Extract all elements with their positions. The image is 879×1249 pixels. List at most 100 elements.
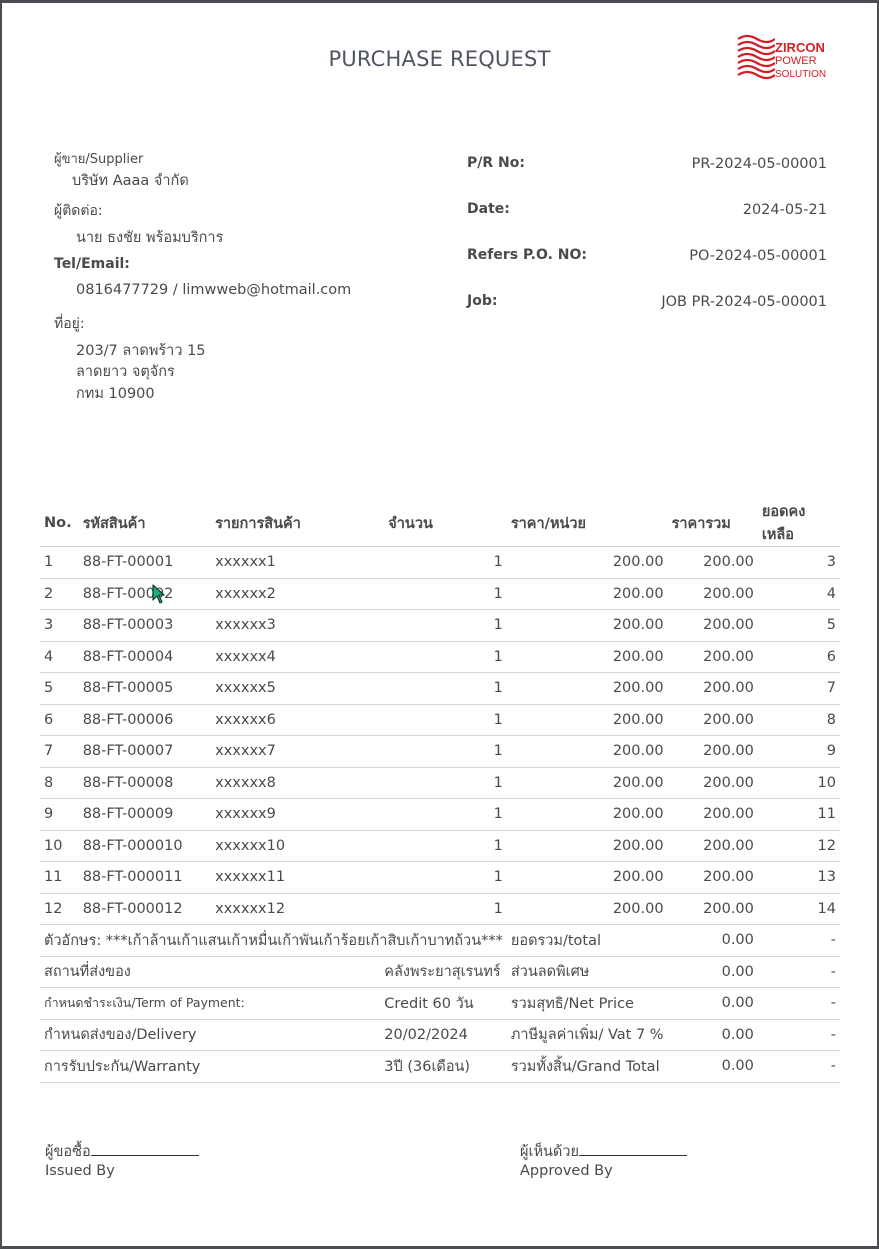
supplier-label: ผู้ขาย/Supplier — [54, 152, 144, 167]
cell-no: 3 — [40, 609, 79, 642]
net-value: 0.00 — [667, 987, 758, 1020]
cell-item: xxxxxx8 — [211, 767, 385, 799]
cell-code: 88-FT-00004 — [78, 641, 212, 673]
cell-item: xxxxxx12 — [211, 893, 385, 925]
total-value: 0.00 — [667, 924, 758, 957]
address-line2: ลาดยาว จตุจักร — [76, 364, 175, 380]
cell-item: xxxxxx5 — [211, 672, 385, 705]
header-total: ราคารวม — [667, 500, 758, 547]
cell-total: 200.00 — [667, 767, 758, 799]
contact-name: นาย ธงชัย พร้อมบริการ — [76, 230, 224, 246]
cell-item: xxxxxx9 — [211, 798, 385, 831]
cell-qty: 1 — [384, 704, 507, 736]
cell-no: 6 — [40, 704, 79, 736]
header-balance: ยอดคงเหลือ — [757, 500, 840, 547]
amount-in-words: ตัวอักษร: ***เก้าล้านเก้าแสนเก้าหมื่นเก้… — [40, 924, 507, 957]
total-label: ยอดรวม/total — [506, 924, 668, 957]
place-value: คลังพระยาสุเรนทร์ — [384, 956, 507, 988]
warranty-label: การรับประกัน/Warranty — [40, 1050, 385, 1083]
cell-unit-price: 200.00 — [506, 641, 668, 673]
cell-qty: 1 — [384, 609, 507, 642]
approved-th-label: ผู้เห็นด้วย — [520, 1144, 579, 1160]
cell-item: xxxxxx4 — [211, 641, 385, 673]
cell-unit-price: 200.00 — [506, 798, 668, 831]
cell-balance: 5 — [757, 609, 840, 642]
discount-label: ส่วนลดพิเศษ — [506, 956, 668, 988]
cell-total: 200.00 — [667, 578, 758, 610]
summary-row-discount: สถานที่ส่งของ คลังพระยาสุเรนทร์ ส่วนลดพิ… — [40, 956, 840, 988]
cell-unit-price: 200.00 — [506, 704, 668, 736]
table-row: 12 88-FT-000012 xxxxxx12 1 200.00 200.00 14 — [40, 893, 840, 925]
cell-no: 11 — [40, 861, 79, 894]
cell-total: 200.00 — [667, 798, 758, 831]
place-label: สถานที่ส่งของ — [40, 956, 385, 988]
cell-code: 88-FT-00002 — [78, 578, 212, 610]
table-row: 8 88-FT-00008 xxxxxx8 1 200.00 200.00 10 — [40, 767, 840, 799]
table-row: 6 88-FT-00006 xxxxxx6 1 200.00 200.00 8 — [40, 704, 840, 736]
issued-th-label: ผู้ขอซื้อ — [45, 1144, 91, 1160]
grand-extra: - — [757, 1050, 840, 1083]
address-label: ที่อยู่: — [54, 316, 85, 332]
cell-no: 12 — [40, 893, 79, 925]
cell-unit-price: 200.00 — [506, 767, 668, 799]
cell-total: 200.00 — [667, 735, 758, 768]
job-label: Job: — [467, 293, 498, 309]
contact-label: ผู้ติดต่อ: — [54, 203, 103, 219]
table-header-row: No. รหัสสินค้า รายการสินค้า จำนวน ราคา/ห… — [40, 500, 840, 547]
warranty-value: 3ปี (36เดือน) — [384, 1050, 507, 1083]
issued-by-signature: ผู้ขอซื้อ — [45, 1140, 199, 1163]
date-label: Date: — [467, 201, 510, 217]
cell-balance: 12 — [757, 830, 840, 862]
logo-line3: SOLUTION — [775, 69, 827, 80]
cell-balance: 9 — [757, 735, 840, 768]
cell-unit-price: 200.00 — [506, 861, 668, 894]
cell-code: 88-FT-000010 — [78, 830, 212, 862]
cell-unit-price: 200.00 — [506, 578, 668, 610]
header-qty: จำนวน — [384, 500, 507, 547]
mouse-pointer-icon — [152, 584, 165, 604]
cell-no: 4 — [40, 641, 79, 673]
discount-value: 0.00 — [667, 956, 758, 988]
issued-en-label: Issued By — [45, 1163, 115, 1179]
discount-extra: - — [757, 956, 840, 988]
tel-value: 0816477729 / limwweb@hotmail.com — [76, 282, 352, 298]
cell-total: 200.00 — [667, 830, 758, 862]
table-row: 9 88-FT-00009 xxxxxx9 1 200.00 200.00 11 — [40, 798, 840, 831]
header-code: รหัสสินค้า — [78, 500, 212, 547]
po-label: Refers P.O. NO: — [467, 247, 587, 263]
cell-total: 200.00 — [667, 893, 758, 925]
table-row: 3 88-FT-00003 xxxxxx3 1 200.00 200.00 5 — [40, 609, 840, 642]
cell-code: 88-FT-00008 — [78, 767, 212, 799]
cell-unit-price: 200.00 — [506, 672, 668, 705]
total-extra: - — [757, 924, 840, 957]
cell-no: 8 — [40, 767, 79, 799]
summary-row-net: กำหนดชำระเงิน/Term of Payment: Credit 60… — [40, 987, 840, 1020]
date-value: 2024-05-21 — [742, 202, 827, 218]
summary-row-total: ตัวอักษร: ***เก้าล้านเก้าแสนเก้าหมื่นเก้… — [40, 924, 840, 957]
cell-total: 200.00 — [667, 641, 758, 673]
grand-value: 0.00 — [667, 1050, 758, 1083]
cell-balance: 10 — [757, 767, 840, 799]
po-value: PO-2024-05-00001 — [689, 248, 827, 264]
payment-label: กำหนดชำระเงิน/Term of Payment: — [40, 987, 385, 1020]
cell-balance: 14 — [757, 893, 840, 925]
logo-line1: ZIRCON — [775, 40, 825, 55]
table-row: 10 88-FT-000010 xxxxxx10 1 200.00 200.00 12 — [40, 830, 840, 862]
summary-row-vat: กำหนดส่งของ/Delivery 20/02/2024 ภาษีมูลค… — [40, 1019, 840, 1051]
cell-total: 200.00 — [667, 861, 758, 894]
cell-unit-price: 200.00 — [506, 735, 668, 768]
cell-item: xxxxxx1 — [211, 546, 385, 579]
job-value: JOB PR-2024-05-00001 — [661, 294, 827, 310]
cell-code: 88-FT-000011 — [78, 861, 212, 894]
cell-code: 88-FT-00005 — [78, 672, 212, 705]
payment-value: Credit 60 วัน — [384, 987, 507, 1020]
cell-qty: 1 — [384, 672, 507, 705]
cell-balance: 7 — [757, 672, 840, 705]
cell-code: 88-FT-00006 — [78, 704, 212, 736]
tel-label: Tel/Email: — [54, 256, 130, 272]
vat-value: 0.00 — [667, 1019, 758, 1051]
cell-total: 200.00 — [667, 609, 758, 642]
cell-unit-price: 200.00 — [506, 893, 668, 925]
cell-unit-price: 200.00 — [506, 830, 668, 862]
header-no: No. — [40, 500, 79, 547]
